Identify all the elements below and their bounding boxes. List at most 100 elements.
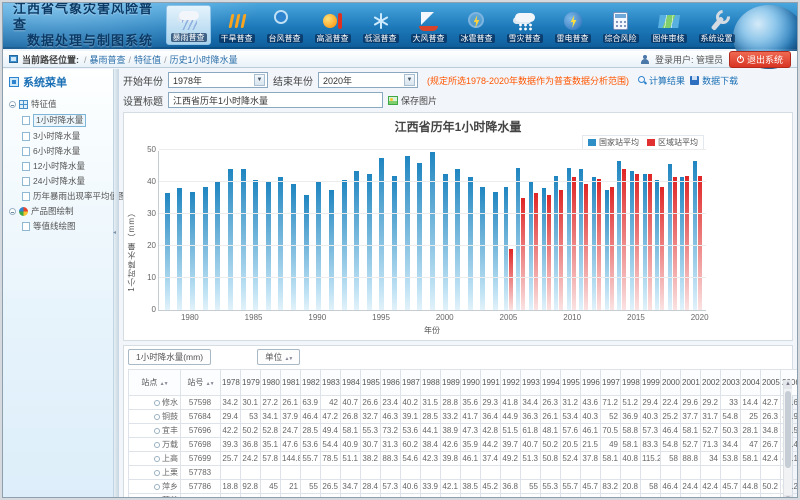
table-row[interactable]: 修水5759834.230.127.226.163.94240.726.623.… <box>129 396 798 410</box>
cell-value: 45.2 <box>481 480 501 494</box>
scroll-up-icon[interactable]: ▲ <box>784 380 792 389</box>
column-header-station-id[interactable]: 站号 ▲▼ <box>181 370 221 396</box>
toolbar-item-hot[interactable]: 高温普查 <box>310 7 355 45</box>
column-header-year[interactable]: 2005 <box>761 370 781 396</box>
column-header-year[interactable]: 1982 <box>301 370 321 396</box>
cell-value: 52 <box>601 410 621 424</box>
toolbar-item-rain[interactable]: 暴雨普查 <box>166 5 211 45</box>
save-image-button[interactable]: 保存图片 <box>388 94 437 107</box>
column-header-year[interactable]: 1983 <box>321 370 341 396</box>
tree-item-0-5[interactable]: 历年暴雨出现率平均值图 <box>22 189 113 204</box>
column-header-year[interactable]: 2002 <box>701 370 721 396</box>
chart-title-input[interactable] <box>168 92 383 108</box>
toolbar-item-calc[interactable]: 综合风险 <box>598 7 643 45</box>
table-row[interactable]: 上高5769925.724.257.8144.855.778.551.138.2… <box>129 452 798 466</box>
bar-group-2002 <box>464 151 477 310</box>
radio-icon <box>154 414 160 420</box>
column-header-year[interactable]: 1984 <box>341 370 361 396</box>
column-header-year[interactable]: 1998 <box>621 370 641 396</box>
column-header-year[interactable]: 2004 <box>741 370 761 396</box>
x-tick-label: 2020 <box>691 313 709 322</box>
column-header-year[interactable]: 2000 <box>661 370 681 396</box>
column-header-year[interactable]: 1985 <box>361 370 381 396</box>
tree-item-0-3[interactable]: 12小时降水量 <box>22 159 113 174</box>
column-header-year[interactable]: 1993 <box>521 370 541 396</box>
collapse-icon[interactable] <box>9 208 16 215</box>
bar-group-2020 <box>691 151 704 310</box>
scroll-down-icon[interactable]: ▼ <box>784 495 792 497</box>
column-header-year[interactable]: 1980 <box>261 370 281 396</box>
column-header-year[interactable]: 1996 <box>581 370 601 396</box>
toolbar-item-cold[interactable]: 低温普查 <box>358 7 403 45</box>
column-header-year[interactable]: 1991 <box>481 370 501 396</box>
column-header-year[interactable]: 1997 <box>601 370 621 396</box>
cell-value <box>261 466 281 480</box>
column-header-year[interactable]: 1987 <box>401 370 421 396</box>
column-header-year[interactable]: 1988 <box>421 370 441 396</box>
table-row[interactable]: 万载5769839.336.835.147.653.654.440.930.73… <box>129 438 798 452</box>
table-row[interactable]: 宜丰5769642.250.252.824.728.549.458.155.37… <box>129 424 798 438</box>
bar-regional-2015 <box>635 174 639 310</box>
unit-dropdown[interactable]: 单位 ▲▼ <box>257 349 300 365</box>
toolbar-item-typhoon[interactable]: 台风普查 <box>262 7 307 45</box>
toolbar-item-bolt[interactable]: 雷电普查 <box>550 7 595 45</box>
cell-value: 42.4 <box>701 480 721 494</box>
cell-value: 31.5 <box>421 396 441 410</box>
calculate-button[interactable]: 计算结果 <box>638 74 685 87</box>
column-header-year[interactable]: 1986 <box>381 370 401 396</box>
x-tick-label: 1990 <box>308 313 326 322</box>
column-header-year[interactable]: 1999 <box>641 370 661 396</box>
column-header-year[interactable]: 1979 <box>241 370 261 396</box>
breadcrumb-item[interactable]: 历史1小时降水量 <box>170 55 238 65</box>
collapse-icon[interactable] <box>9 101 16 108</box>
table-row[interactable]: 莲花5778922.436.236.937.146.541.923.630.23… <box>129 494 798 498</box>
column-header-station[interactable]: 站点 ▲▼ <box>129 370 181 396</box>
toolbar-item-snow[interactable]: 雪灾普查 <box>502 7 547 45</box>
end-year-select[interactable]: 2020年▼ <box>318 72 418 88</box>
toolbar-item-wind[interactable]: 大风普查 <box>406 7 451 45</box>
bar-national-2019 <box>680 177 684 310</box>
tree-item-0-0[interactable]: 1小时降水量 <box>22 112 113 129</box>
tree-item-0-1[interactable]: 3小时降水量 <box>22 129 113 144</box>
toolbar-item-heat[interactable]: 干旱普查 <box>214 7 259 45</box>
bar-group-1997 <box>401 151 414 310</box>
toolbar-item-hail[interactable]: 冰雹普查 <box>454 7 499 45</box>
tree-item-1-0[interactable]: 等值线绘图 <box>22 219 113 234</box>
bar-national-1984 <box>241 169 246 310</box>
vertical-scrollbar[interactable]: ▲ ▼ <box>783 380 792 497</box>
table-title-button[interactable]: 1小时降水量(mm) <box>128 349 211 365</box>
column-header-year[interactable]: 1978 <box>221 370 241 396</box>
cell-station-id: 57598 <box>181 396 221 410</box>
breadcrumb-item[interactable]: 暴雨普查 <box>90 55 126 65</box>
cell-value: 41.8 <box>501 396 521 410</box>
column-header-year[interactable]: 2001 <box>681 370 701 396</box>
cell-value: 29.3 <box>721 494 741 498</box>
tree-item-0-2[interactable]: 6小时降水量 <box>22 144 113 159</box>
tree-item-0-4[interactable]: 24小时降水量 <box>22 174 113 189</box>
column-header-year[interactable]: 1995 <box>561 370 581 396</box>
bar-national-1999 <box>430 152 435 310</box>
table-row[interactable]: 萍乡5778618.892.845215526.534.728.457.340.… <box>129 480 798 494</box>
logout-button[interactable]: 退出系统 <box>729 51 791 68</box>
legend-swatch <box>647 139 655 146</box>
bar-national-2012 <box>592 177 596 310</box>
start-year-select[interactable]: 1978年▼ <box>168 72 268 88</box>
column-header-year[interactable]: 1994 <box>541 370 561 396</box>
column-header-year[interactable]: 2003 <box>721 370 741 396</box>
bar-regional-2013 <box>610 187 614 310</box>
column-header-year[interactable]: 1990 <box>461 370 481 396</box>
cell-value: 48.1 <box>541 424 561 438</box>
scrollbar-thumb[interactable] <box>785 391 791 468</box>
tree-group-0[interactable]: 特征值 <box>9 97 113 112</box>
bar-national-1988 <box>291 184 296 310</box>
table-row[interactable]: 上栗57783 <box>129 466 798 480</box>
column-header-year[interactable]: 1992 <box>501 370 521 396</box>
toolbar-item-map[interactable]: 图件审核 <box>646 7 691 45</box>
download-button[interactable]: 数据下载 <box>690 74 738 87</box>
column-header-year[interactable]: 1981 <box>281 370 301 396</box>
toolbar-item-wrench[interactable]: 系统设置 <box>694 7 739 45</box>
breadcrumb-item[interactable]: 特征值 <box>134 55 161 65</box>
tree-group-1[interactable]: 产品图绘制 <box>9 204 113 219</box>
column-header-year[interactable]: 1989 <box>441 370 461 396</box>
table-row[interactable]: 铜鼓5768429.45334.137.946.447.226.832.746.… <box>129 410 798 424</box>
